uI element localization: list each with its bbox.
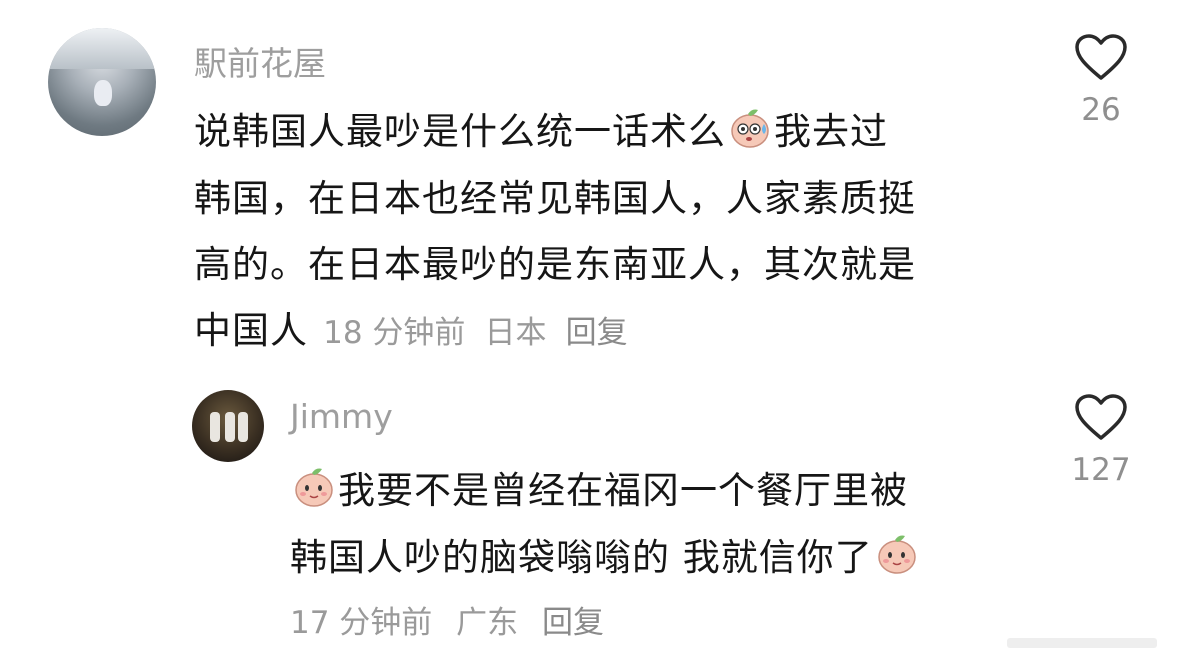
reply-username[interactable]: Jimmy <box>290 397 393 436</box>
comment-time: 18 分钟前 <box>323 315 466 351</box>
comment-text-line: 韩国人吵的脑袋嗡嗡的 我就信你了 <box>290 527 921 585</box>
comment-meta: 17 分钟前 广东 回复 <box>290 597 618 642</box>
like-count: 127 <box>1071 452 1131 488</box>
watermark <box>1007 634 1167 652</box>
like-count: 26 <box>1081 92 1121 128</box>
comment-text-line: 我要不是曾经在福冈一个餐厅里被 <box>290 460 908 518</box>
comment-text-line: 韩国，在日本也经常见韩国人，人家素质挺 <box>194 177 916 220</box>
comment-text: 中国人 <box>194 309 308 352</box>
like-button[interactable]: 26 <box>1066 34 1136 128</box>
heart-icon <box>1075 394 1127 440</box>
avatar-figure <box>210 412 220 442</box>
user-avatar[interactable] <box>192 390 264 462</box>
comment-time: 17 分钟前 <box>290 605 433 641</box>
peach-face-emoji <box>875 532 919 585</box>
comment-location: 日本 <box>484 315 547 351</box>
heart-icon <box>1075 34 1127 80</box>
comment-username[interactable]: 駅前花屋 <box>194 37 326 85</box>
avatar-figure <box>94 80 112 106</box>
comment-text: 韩国人吵的脑袋嗡嗡的 我就信你了 <box>290 536 873 579</box>
comment-text: 我去过 <box>774 110 888 153</box>
comment-text-line: 说韩国人最吵是什么统一话术么 我去过 <box>194 101 888 159</box>
reply-button[interactable]: 回复 <box>542 605 604 641</box>
avatar-background <box>48 28 156 70</box>
avatar-figure <box>225 412 235 442</box>
user-avatar[interactable] <box>48 28 156 136</box>
sweat-peach-emoji <box>728 106 772 159</box>
like-button[interactable]: 127 <box>1066 394 1136 488</box>
reply-button[interactable]: 回复 <box>566 315 628 351</box>
avatar-figure <box>238 412 248 442</box>
peach-face-emoji <box>292 465 336 518</box>
comment-location: 广东 <box>456 605 519 641</box>
comment-text: 说韩国人最吵是什么统一话术么 <box>194 110 726 153</box>
comment-text-line: 高的。在日本最吵的是东南亚人，其次就是 <box>194 243 916 286</box>
comment-text: 我要不是曾经在福冈一个餐厅里被 <box>338 469 908 512</box>
comment-last-line: 中国人 18 分钟前 日本 回复 <box>194 300 628 354</box>
